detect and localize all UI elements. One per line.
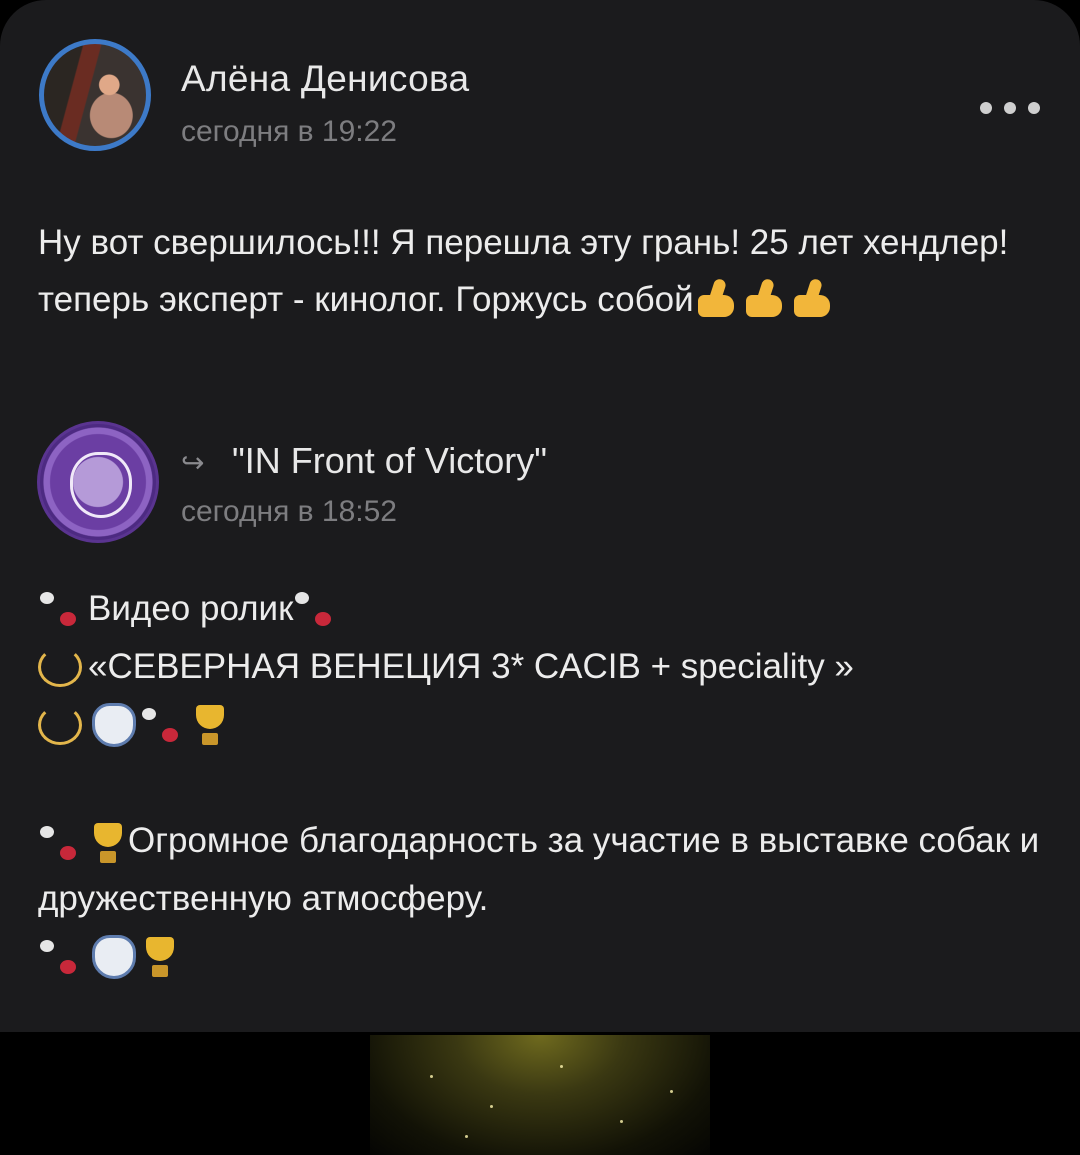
paw-prints-icon [38, 820, 88, 866]
group-avatar[interactable] [37, 421, 159, 543]
post-text: Ну вот свершилось!!! Я перешла эту грань… [38, 214, 1058, 328]
trophy-icon [140, 935, 180, 979]
repost-line [38, 696, 1058, 754]
lion-logo-icon [70, 452, 132, 518]
repost-line: «СЕВЕРНАЯ ВЕНЕЦИЯ 3* CACIB + speciality … [38, 638, 1058, 696]
dot-icon [980, 102, 992, 114]
trophy-icon [190, 703, 230, 747]
dot-icon [1028, 102, 1040, 114]
repost-line [38, 928, 1058, 986]
paw-prints-icon [38, 934, 88, 980]
repost-group-name[interactable]: "IN Front of Victory" [232, 440, 547, 482]
video-preview-thumbnail[interactable] [370, 1035, 710, 1155]
swirl-arrow-icon [38, 647, 82, 687]
author-name[interactable]: Алёна Денисова [181, 58, 469, 100]
paw-prints-icon [38, 586, 88, 632]
author-avatar[interactable] [39, 39, 151, 151]
post-body: Ну вот свершилось!!! Я перешла эту грань… [38, 223, 1009, 319]
repost-line: Огромное благодарность за участие в выст… [38, 812, 1058, 928]
repost-text: Видео ролик «СЕВЕРНАЯ ВЕНЕЦИЯ 3* CACIB +… [38, 580, 1058, 986]
more-options-button[interactable] [980, 98, 1040, 118]
swirl-arrow-icon [38, 705, 82, 745]
sparkle [430, 1075, 433, 1078]
thumbs-up-icon [790, 277, 836, 317]
sparkle [490, 1105, 493, 1108]
dot-icon [1004, 102, 1016, 114]
dog-face-icon [92, 703, 136, 747]
repost-icon: ↪ [181, 447, 205, 478]
dog-face-icon [92, 935, 136, 979]
sparkle [620, 1120, 623, 1123]
paw-prints-icon [293, 586, 343, 632]
repost-timestamp[interactable]: сегодня в 18:52 [181, 495, 397, 529]
paw-prints-icon [140, 702, 190, 748]
post-card: Алёна Денисова сегодня в 19:22 Ну вот св… [0, 0, 1080, 1032]
repost-line: Видео ролик [38, 580, 1058, 638]
thanks-text: Огромное благодарность за участие в выст… [38, 821, 1040, 918]
video-title: Видео ролик [88, 589, 294, 628]
event-name: «СЕВЕРНАЯ ВЕНЕЦИЯ 3* CACIB + speciality … [88, 647, 854, 686]
emoji-row [694, 277, 836, 317]
thumbs-up-icon [694, 277, 740, 317]
sparkle [670, 1090, 673, 1093]
thumbs-up-icon [742, 277, 788, 317]
sparkle [465, 1135, 468, 1138]
post-timestamp[interactable]: сегодня в 19:22 [181, 115, 397, 149]
sparkle [560, 1065, 563, 1068]
trophy-icon [88, 821, 128, 865]
